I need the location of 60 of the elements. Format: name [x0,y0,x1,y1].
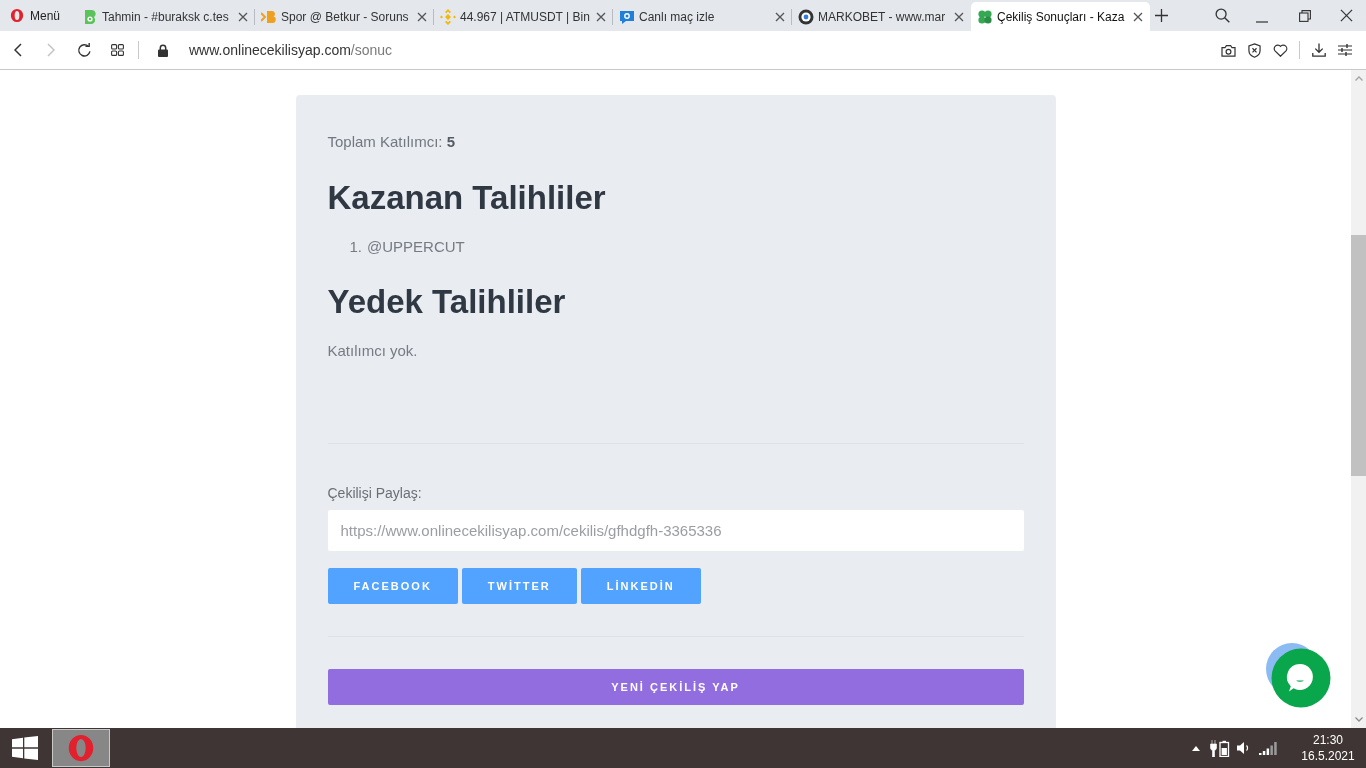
lock-icon [158,43,168,57]
speech-bubble-icon [619,8,635,25]
restore-icon [1298,9,1311,22]
browser-tab[interactable]: 44.967 | ATMUSDT | Bin [434,2,613,31]
tab-title: MARKOBET - www.mar [818,8,947,26]
close-icon[interactable] [596,11,606,22]
arrow-logo-icon [261,8,277,25]
list-number: 1. [349,237,362,257]
menu-button[interactable]: Menü [0,0,76,31]
battery-plug-icon [1210,739,1230,757]
ring-logo-icon [798,8,814,25]
search-icon [1214,8,1230,23]
tab-title: Canlı maç izle [639,8,716,26]
browser-tab[interactable]: Canlı maç izle [613,2,792,31]
tab-title: 44.967 | ATMUSDT | Bin [460,8,591,26]
chat-widget-icon[interactable] [1265,642,1331,708]
sliders-icon [1338,44,1352,56]
section-heading: Kazanan Talihliler [327,178,607,218]
speaker-icon [1237,741,1251,755]
signal-bars-icon [1259,741,1277,755]
reload-icon [76,42,92,58]
minimize-icon [1255,20,1268,23]
new-draw-button[interactable]: YENİ ÇEKİLİŞ YAP [327,669,1024,705]
download-icon [1312,43,1326,57]
opera-logo-icon [67,733,95,763]
clover-icon [977,8,993,25]
tab-title: Çekiliş Sonuçları - Kaza [997,8,1126,26]
windows-logo-icon [12,736,38,760]
browser-tab[interactable]: Spor @ Betkur - Soruns [255,2,434,31]
clock-time: 21:30 [1313,732,1343,748]
badge-logo-icon [82,8,98,25]
empty-message: Katılımcı yok. [327,341,419,361]
section-heading: Yedek Talihliler [327,282,567,322]
close-icon[interactable] [238,11,248,22]
active-tab[interactable]: Çekiliş Sonuçları - Kaza [971,2,1150,31]
close-icon[interactable] [417,11,427,22]
address-field[interactable]: www.onlinecekilisyap.com/sonuc [189,35,1215,65]
tab-title: Spor @ Betkur - Soruns [281,8,410,26]
shield-icon [1247,42,1261,58]
participant-count: Toplam Katılımcı: 5 [327,132,457,152]
heart-icon [1272,43,1288,57]
browser-tab[interactable]: Tahmin - #buraksk c.tes [76,2,255,31]
share-label: Çekilişi Paylaş: [327,484,423,502]
close-icon[interactable] [1133,11,1143,22]
camera-icon [1220,43,1236,57]
close-icon[interactable] [954,11,964,22]
close-icon [1339,9,1353,22]
diamond-logo-icon [440,8,456,25]
clock-date: 16.5.2021 [1301,748,1355,764]
scrollbar[interactable] [1351,70,1366,728]
browser-tab[interactable]: MARKOBET - www.mar [792,2,971,31]
scroll-thumb[interactable] [1351,235,1366,476]
grid-icon [110,44,124,56]
caret-up-icon [1192,745,1200,751]
back-icon [14,43,22,57]
close-icon[interactable] [775,11,785,22]
opera-logo-icon [10,8,24,23]
tab-title: Tahmin - #buraksk c.tes [102,8,230,26]
winner-name: @UPPERCUT [367,237,465,257]
plus-icon [1154,9,1168,22]
